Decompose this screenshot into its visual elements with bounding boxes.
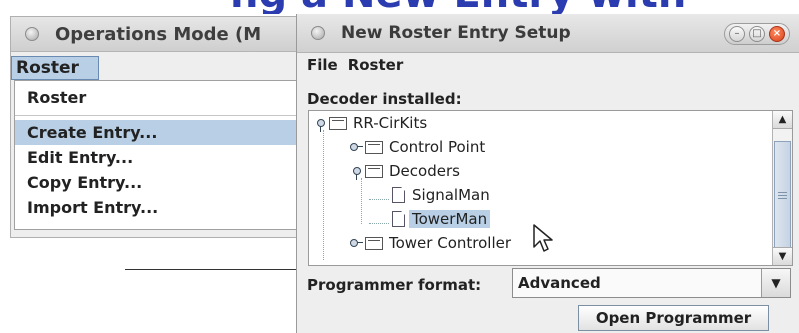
new-roster-entry-setup-window: New Roster Entry Setup – □ × File Roster… [296,14,799,333]
divider-line [125,269,296,270]
ops-window-title: Operations Mode (M [55,23,262,45]
scroll-grip [778,198,787,199]
decoder-installed-label: Decoder installed: [307,90,462,108]
menu-item-create-entry[interactable]: Create Entry... [15,120,305,145]
close-icon[interactable]: × [769,26,785,42]
tree-toggle-icon[interactable] [349,166,363,180]
open-programmer-button[interactable]: Open Programmer [578,305,769,331]
minimize-icon[interactable]: – [729,26,745,42]
tree-guide-line [323,130,325,260]
tree-node-rr-cirkits[interactable]: RR-CirKits [313,111,430,135]
tree-toggle-icon[interactable] [313,118,327,132]
menu-file[interactable]: File [307,56,338,74]
tree-node-control-point[interactable]: Control Point [349,135,488,159]
tree-node-decoders[interactable]: Decoders [349,159,463,183]
menu-item-copy-entry[interactable]: Copy Entry... [15,170,305,195]
operations-mode-window: Operations Mode (M Roster Roster Create … [10,16,308,238]
menu-roster[interactable]: Roster [348,56,404,74]
menu-roster[interactable]: Roster [11,56,99,80]
setup-menubar: File Roster [297,53,799,77]
tree-node-label: Decoders [389,162,460,180]
folder-icon [365,140,383,154]
tree-node-towerman[interactable]: TowerMan [392,207,491,231]
window-controls: – □ × [724,23,790,45]
setup-titlebar: New Roster Entry Setup – □ × [297,14,799,53]
tree-guide-line [369,199,389,201]
scroll-thumb[interactable] [774,141,791,253]
tree-node-label: TowerMan [409,210,491,228]
setup-window-title: New Roster Entry Setup [341,23,571,43]
tree-node-label: Control Point [389,138,486,156]
tree-node-label: SignalMan [412,186,490,204]
scroll-grip [778,192,787,193]
tree-scrollbar[interactable]: ▲ ▼ [772,111,792,265]
ops-titlebar: Operations Mode (M [11,17,307,52]
folder-icon [329,116,347,130]
mouse-pointer-icon [533,224,553,252]
chevron-down-icon[interactable]: ▼ [761,269,790,297]
tree-toggle-icon[interactable] [349,238,363,248]
roster-menu-header: Roster [27,88,87,107]
document-icon [392,211,405,227]
menu-item-edit-entry[interactable]: Edit Entry... [15,145,305,170]
tree-node-label: Tower Controller [389,234,512,252]
ops-menubar: Roster [11,52,307,80]
scroll-down-button[interactable]: ▼ [773,247,792,265]
window-menu-icon[interactable] [311,26,325,40]
programmer-format-label: Programmer format: [307,276,482,294]
menu-separator [15,115,305,116]
programmer-format-value: Advanced [518,274,601,292]
tree-guide-line [369,223,389,225]
roster-dropdown-menu: Roster Create Entry... Edit Entry... Cop… [14,80,306,230]
window-menu-icon[interactable] [25,27,39,41]
tree-node-tower-controller[interactable]: Tower Controller [349,231,514,255]
maximize-icon[interactable]: □ [749,26,765,42]
tree-node-label: RR-CirKits [353,114,428,132]
folder-icon [365,236,383,250]
folder-icon [365,164,383,178]
menu-item-import-entry[interactable]: Import Entry... [15,195,305,220]
document-icon [392,187,405,203]
tree-toggle-icon[interactable] [349,142,363,152]
banner-heading-fragment: ng a New Entry with the Operations [230,0,700,14]
tree-node-signalman[interactable]: SignalMan [392,183,493,207]
tree-guide-line [361,178,363,224]
scroll-up-button[interactable]: ▲ [773,111,792,129]
programmer-format-select[interactable]: Advanced ▼ [512,268,791,298]
scroll-grip [778,195,787,196]
